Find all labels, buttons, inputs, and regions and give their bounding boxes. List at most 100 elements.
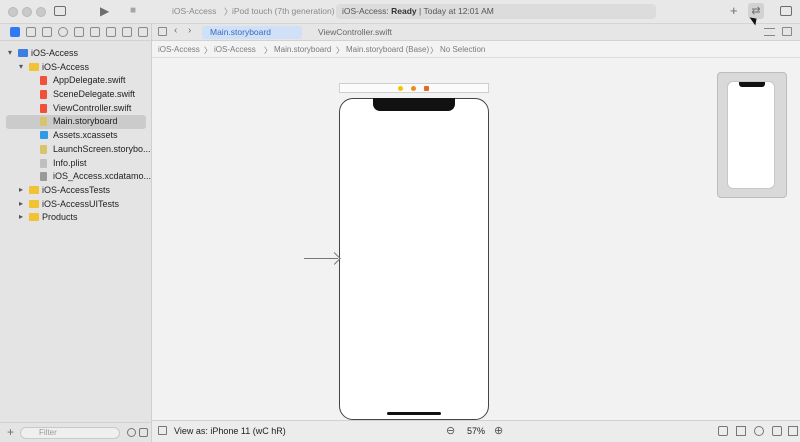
view-controller-icon[interactable] <box>398 86 403 91</box>
jump-bar-crumb[interactable]: iOS-Access <box>158 45 200 54</box>
split-editor-icon[interactable] <box>782 27 792 36</box>
activity-viewer: iOS-Access: Ready | Today at 12:01 AM <box>336 4 656 19</box>
navigator-row-label: iOS-Access <box>31 48 79 58</box>
test-navigator-icon[interactable] <box>90 27 100 37</box>
back-arrow-icon[interactable]: ‹ <box>174 26 177 36</box>
debug-navigator-icon[interactable] <box>106 27 116 37</box>
first-responder-icon[interactable] <box>411 86 416 91</box>
library-add-button[interactable]: + <box>730 4 738 17</box>
zoom-window-button[interactable] <box>36 7 46 17</box>
exit-icon[interactable] <box>424 86 429 91</box>
device-notch <box>373 98 455 111</box>
navigator-row-label: SceneDelegate.swift <box>53 89 136 100</box>
navigator-selector-bar <box>0 24 151 41</box>
zoom-out-button[interactable]: ⊖ <box>446 424 455 437</box>
device-selector[interactable]: iPod touch (7th generation) <box>232 6 335 16</box>
file-tree: ▾ iOS-Access ▾ iOS-Access AppDelegate.swift S… <box>0 47 152 225</box>
disclosure-closed-icon[interactable]: ▸ <box>19 199 23 208</box>
navigator-row-label: iOS-Access <box>42 61 90 72</box>
navigator-filter-bar: + Filter <box>0 422 152 442</box>
navigator-row[interactable]: ▾ iOS-Access <box>0 47 152 61</box>
editor-options-icon[interactable] <box>764 28 775 36</box>
jump-bar-separator-icon: 〉 <box>264 46 272 55</box>
source-control-filter-icon[interactable] <box>139 428 148 437</box>
run-button[interactable]: ▶ <box>100 5 109 17</box>
report-navigator-icon[interactable] <box>138 27 148 37</box>
initial-view-controller-arrow[interactable] <box>304 258 338 259</box>
scene-dock[interactable] <box>339 83 489 93</box>
source-control-navigator-icon[interactable] <box>26 27 36 37</box>
filter-input[interactable]: Filter <box>20 427 120 439</box>
iphone-scene[interactable] <box>339 98 489 420</box>
disclosure-closed-icon[interactable]: ▸ <box>19 212 23 221</box>
stop-button[interactable]: ■ <box>130 6 136 16</box>
activity-project: iOS-Access: <box>342 6 389 16</box>
proj-file-icon <box>18 49 28 57</box>
disclosure-open-icon[interactable]: ▾ <box>8 48 12 57</box>
navigator-row-label: iOS-AccessTests <box>42 184 111 195</box>
symbol-navigator-icon[interactable] <box>42 27 52 37</box>
update-frames-icon[interactable] <box>718 426 728 436</box>
add-file-button[interactable]: + <box>7 426 14 438</box>
navigator-row-label: Main.storyboard <box>53 116 118 127</box>
forward-arrow-icon[interactable]: › <box>188 26 191 36</box>
jump-bar-crumb[interactable]: No Selection <box>440 45 485 54</box>
navigator-row[interactable]: Info.plist <box>0 157 152 171</box>
zoom-in-button[interactable]: ⊕ <box>494 424 503 437</box>
navigator-row-label: iOS-AccessUITests <box>42 198 120 209</box>
disclosure-closed-icon[interactable]: ▸ <box>19 185 23 194</box>
minimap-scene <box>727 81 775 189</box>
navigator-row[interactable]: ▸ Products <box>0 211 152 225</box>
navigator-row[interactable]: ▾ iOS-Access <box>0 61 152 75</box>
navigator-row[interactable]: Main.storyboard <box>6 115 146 130</box>
canvas-bottom-bar: View as: iPhone 11 (wC hR) ⊖ 57% ⊕ <box>152 420 800 442</box>
jump-bar-crumb[interactable]: Main.storyboard (Base) <box>346 45 429 54</box>
navigator-row[interactable]: ViewController.swift <box>0 102 152 116</box>
add-constraints-icon[interactable] <box>754 426 764 436</box>
canvas-minimap[interactable] <box>717 72 787 198</box>
editor-tab-bar: ‹ › Main.storyboard ViewController.swift <box>152 24 800 41</box>
close-window-button[interactable] <box>8 7 18 17</box>
sb-file-icon <box>40 144 47 154</box>
document-outline-toggle-icon[interactable] <box>158 426 167 435</box>
breakpoint-navigator-icon[interactable] <box>122 27 132 37</box>
zoom-level: 57% <box>467 426 486 436</box>
navigator-row[interactable]: ▸ iOS-AccessTests <box>0 184 152 198</box>
navigator-row[interactable]: Assets.xcassets <box>0 129 152 143</box>
window-toolbar: ▶ ■ iOS-Access 〉 iPod touch (7th generat… <box>0 0 800 24</box>
find-navigator-icon[interactable] <box>58 27 68 37</box>
storyboard-canvas[interactable] <box>152 58 800 420</box>
minimize-window-button[interactable] <box>22 7 32 17</box>
jump-bar-separator-icon: 〉 <box>204 46 212 55</box>
disclosure-open-icon[interactable]: ▾ <box>19 62 23 71</box>
navigator-row-label: LaunchScreen.storybo... <box>53 143 151 154</box>
embed-in-icon[interactable] <box>788 426 798 436</box>
tab-viewcontroller-swift[interactable]: ViewController.swift <box>310 26 400 39</box>
jump-bar-crumb[interactable]: Main.storyboard <box>274 45 331 54</box>
project-navigator-icon[interactable] <box>10 27 20 37</box>
view-as-device-selector[interactable]: View as: iPhone 11 (wC hR) <box>174 426 286 436</box>
navigator-row[interactable]: AppDelegate.swift <box>0 74 152 88</box>
scheme-selector[interactable]: iOS-Access <box>172 6 216 16</box>
related-items-icon[interactable] <box>158 27 167 36</box>
navigator-row[interactable]: LaunchScreen.storybo... <box>0 143 152 157</box>
toggle-navigator-icon[interactable] <box>54 6 66 16</box>
plist-file-icon <box>40 158 47 168</box>
folder-file-icon <box>29 62 39 71</box>
assets-file-icon <box>40 131 48 140</box>
navigator-row[interactable]: SceneDelegate.swift <box>0 88 152 102</box>
resolve-issues-icon[interactable] <box>772 426 782 436</box>
swift-file-icon <box>40 90 47 100</box>
jump-bar-crumb[interactable]: iOS-Access <box>214 45 256 54</box>
navigator-row[interactable]: ▸ iOS-AccessUITests <box>0 198 152 212</box>
align-icon[interactable] <box>736 426 746 436</box>
issue-navigator-icon[interactable] <box>74 27 84 37</box>
tab-main-storyboard[interactable]: Main.storyboard <box>202 26 302 39</box>
navigator-row-label: Info.plist <box>53 157 87 168</box>
sb-file-icon <box>40 117 47 127</box>
toggle-inspector-icon[interactable] <box>780 6 792 16</box>
navigator-row[interactable]: iOS_Access.xcdatamo... <box>0 170 152 184</box>
recent-files-icon[interactable] <box>127 428 136 437</box>
navigator-row-label: ViewController.swift <box>53 102 132 113</box>
project-navigator: ▾ iOS-Access ▾ iOS-Access AppDelegate.swift S… <box>0 24 152 442</box>
